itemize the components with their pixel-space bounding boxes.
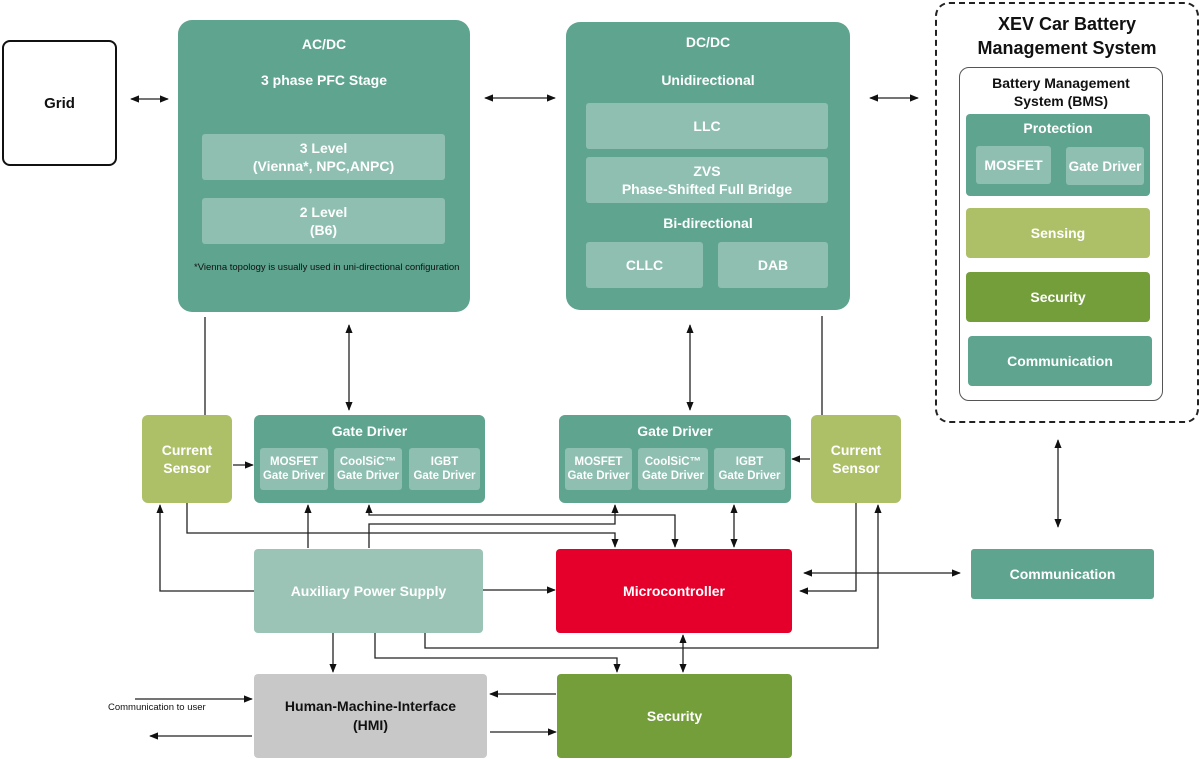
bms-block[interactable]: Battery Management System (BMS) Protecti… bbox=[959, 67, 1163, 401]
acdc-footnote: *Vienna topology is usually used in uni-… bbox=[194, 262, 460, 273]
gate-driver-right-title: Gate Driver bbox=[637, 423, 713, 439]
bms-gate-driver[interactable]: Gate Driver bbox=[1066, 147, 1144, 185]
current-sensor-left[interactable]: Current Sensor bbox=[142, 415, 232, 503]
dcdc-block[interactable]: DC/DC Unidirectional LLC ZVS Phase-Shift… bbox=[566, 22, 850, 310]
dcdc-dab[interactable]: DAB bbox=[718, 242, 828, 288]
current-sensor-left-line2: Sensor bbox=[163, 460, 211, 476]
communication-block[interactable]: Communication bbox=[971, 549, 1154, 599]
acdc-block[interactable]: AC/DC 3 phase PFC Stage 3 Level (Vienna*… bbox=[178, 20, 470, 312]
dcdc-title: DC/DC bbox=[685, 34, 731, 50]
arrow-sensor-right-mcu bbox=[799, 503, 857, 595]
gate-driver-right-coolsic[interactable]: CoolSiC™ Gate Driver bbox=[638, 448, 708, 490]
gd-left-igbt-line2: Gate Driver bbox=[413, 470, 476, 482]
gd-right-igbt-line2: Gate Driver bbox=[718, 470, 781, 482]
gate-driver-left-mosfet[interactable]: MOSFET Gate Driver bbox=[260, 448, 328, 490]
dcdc-llc-label: LLC bbox=[693, 118, 721, 134]
grid-label: Grid bbox=[44, 94, 75, 112]
microcontroller-label: Microcontroller bbox=[623, 583, 725, 599]
acdc-option-3level-line1: 3 Level bbox=[299, 140, 348, 156]
current-sensor-left-line1: Current bbox=[161, 442, 213, 458]
acdc-subtitle: 3 phase PFC Stage bbox=[260, 72, 388, 88]
bms-security-label: Security bbox=[1030, 289, 1086, 305]
bms-title-line2: System (BMS) bbox=[1013, 93, 1109, 109]
hmi-line1: Human-Machine-Interface bbox=[284, 698, 457, 714]
bms-sensing[interactable]: Sensing bbox=[966, 208, 1150, 258]
bms-communication[interactable]: Communication bbox=[968, 336, 1152, 386]
xev-title: XEV Car Battery Management System bbox=[937, 12, 1197, 60]
arrow-sensor-left-mcu bbox=[186, 503, 619, 548]
hmi-block[interactable]: Human-Machine-Interface (HMI) bbox=[254, 674, 487, 758]
arrow-aux-sensor-left bbox=[156, 504, 254, 592]
communication-label: Communication bbox=[1009, 566, 1116, 582]
gd-left-mosfet-line1: MOSFET bbox=[270, 456, 318, 468]
acdc-title: AC/DC bbox=[301, 36, 347, 52]
bms-title: Battery Management System (BMS) bbox=[960, 74, 1162, 110]
arrow-gatedriver-left-mcu bbox=[365, 504, 679, 548]
gd-left-igbt-line1: IGBT bbox=[430, 456, 459, 468]
gate-driver-left[interactable]: Gate Driver MOSFET Gate Driver CoolSiC™ … bbox=[254, 415, 485, 503]
gate-driver-right[interactable]: Gate Driver MOSFET Gate Driver CoolSiC™ … bbox=[559, 415, 791, 503]
xev-bms-container[interactable]: XEV Car Battery Management System Batter… bbox=[935, 2, 1199, 423]
dcdc-llc[interactable]: LLC bbox=[586, 103, 828, 149]
gd-left-coolsic-line1: CoolSiC™ bbox=[339, 456, 397, 468]
acdc-option-3level-line2: (Vienna*, NPC,ANPC) bbox=[252, 158, 395, 174]
dcdc-zvs-line1: ZVS bbox=[693, 163, 721, 179]
dcdc-dab-label: DAB bbox=[757, 257, 789, 273]
dcdc-zvs[interactable]: ZVS Phase-Shifted Full Bridge bbox=[586, 157, 828, 203]
current-sensor-right[interactable]: Current Sensor bbox=[811, 415, 901, 503]
dcdc-cllc[interactable]: CLLC bbox=[586, 242, 703, 288]
bms-mosfet-label: MOSFET bbox=[984, 157, 1043, 173]
current-sensor-right-line2: Sensor bbox=[832, 460, 880, 476]
security-label: Security bbox=[646, 708, 703, 724]
bms-communication-label: Communication bbox=[1007, 353, 1113, 369]
xev-title-line1: XEV Car Battery bbox=[997, 14, 1137, 34]
microcontroller[interactable]: Microcontroller bbox=[556, 549, 792, 633]
gd-right-igbt-line1: IGBT bbox=[735, 456, 764, 468]
gd-right-coolsic-line2: Gate Driver bbox=[641, 470, 704, 482]
acdc-option-2level[interactable]: 2 Level (B6) bbox=[202, 198, 445, 244]
auxiliary-power-supply-label: Auxiliary Power Supply bbox=[290, 583, 447, 599]
gd-right-mosfet-line2: Gate Driver bbox=[567, 470, 630, 482]
bms-protection-label: Protection bbox=[1023, 120, 1093, 136]
auxiliary-power-supply[interactable]: Auxiliary Power Supply bbox=[254, 549, 483, 633]
gate-driver-right-igbt[interactable]: IGBT Gate Driver bbox=[714, 448, 785, 490]
bms-mosfet[interactable]: MOSFET bbox=[976, 146, 1051, 184]
security-block[interactable]: Security bbox=[557, 674, 792, 758]
arrow-aux-security bbox=[374, 633, 621, 673]
bms-gate-driver-label: Gate Driver bbox=[1068, 158, 1142, 174]
bms-sensing-label: Sensing bbox=[1030, 225, 1086, 241]
gate-driver-left-title: Gate Driver bbox=[331, 423, 408, 439]
bms-title-line1: Battery Management bbox=[992, 75, 1130, 91]
communication-to-user-label: Communication to user bbox=[108, 702, 206, 713]
current-sensor-right-line1: Current bbox=[830, 442, 882, 458]
bms-protection[interactable]: Protection MOSFET Gate Driver bbox=[966, 114, 1150, 196]
xev-title-line2: Management System bbox=[977, 38, 1157, 58]
hmi-line2: (HMI) bbox=[353, 717, 388, 733]
grid-block[interactable]: Grid bbox=[2, 40, 117, 166]
gd-right-coolsic-line1: CoolSiC™ bbox=[644, 456, 702, 468]
dcdc-cllc-label: CLLC bbox=[625, 257, 664, 273]
acdc-option-3level[interactable]: 3 Level (Vienna*, NPC,ANPC) bbox=[202, 134, 445, 180]
gate-driver-left-coolsic[interactable]: CoolSiC™ Gate Driver bbox=[334, 448, 402, 490]
arrow-aux-gatedriver-right bbox=[368, 504, 619, 548]
dcdc-bidirectional-label: Bi-directional bbox=[663, 215, 753, 231]
acdc-option-2level-line1: 2 Level bbox=[299, 204, 348, 220]
gd-left-coolsic-line2: Gate Driver bbox=[336, 470, 399, 482]
gd-left-mosfet-line2: Gate Driver bbox=[262, 470, 325, 482]
gate-driver-left-igbt[interactable]: IGBT Gate Driver bbox=[409, 448, 480, 490]
gd-right-mosfet-line1: MOSFET bbox=[574, 456, 623, 468]
bms-security[interactable]: Security bbox=[966, 272, 1150, 322]
dcdc-zvs-line2: Phase-Shifted Full Bridge bbox=[621, 181, 793, 197]
dcdc-unidirectional-label: Unidirectional bbox=[661, 72, 755, 88]
gate-driver-right-mosfet[interactable]: MOSFET Gate Driver bbox=[565, 448, 632, 490]
acdc-option-2level-line2: (B6) bbox=[309, 222, 338, 238]
